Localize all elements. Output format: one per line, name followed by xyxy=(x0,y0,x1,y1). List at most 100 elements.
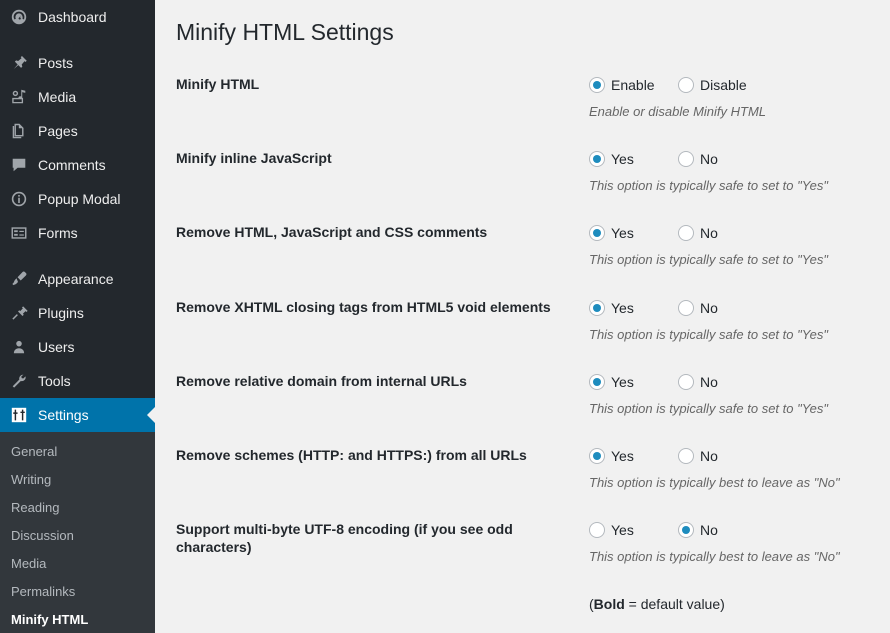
radio-option-yes[interactable]: Yes xyxy=(589,225,678,242)
radio-option-yes[interactable]: Yes xyxy=(589,447,678,464)
radio-group: Yes No xyxy=(589,520,880,540)
admin-sidebar: Dashboard Posts Media Pages Comments Popup Mo… xyxy=(0,0,155,633)
radio-unchecked-icon[interactable] xyxy=(589,522,605,539)
submenu-item-writing[interactable]: Writing xyxy=(0,466,155,494)
user-icon xyxy=(9,337,29,357)
submenu-item-general[interactable]: General xyxy=(0,438,155,466)
sidebar-separator xyxy=(0,250,155,262)
radio-option-no[interactable]: No xyxy=(678,299,718,316)
sidebar-item-media[interactable]: Media xyxy=(0,80,155,114)
sidebar-item-label: Comments xyxy=(38,157,106,173)
current-menu-arrow-icon xyxy=(147,407,155,423)
setting-description: This option is typically safe to set to … xyxy=(589,252,829,268)
sidebar-item-label: Appearance xyxy=(38,271,114,287)
radio-checked-icon[interactable] xyxy=(589,299,605,316)
radio-option-no[interactable]: No xyxy=(678,225,718,242)
submenu-item-media[interactable]: Media xyxy=(0,550,155,578)
radio-checked-icon[interactable] xyxy=(589,373,605,390)
settings-submenu: General Writing Reading Discussion Media Perm… xyxy=(0,432,155,633)
radio-checked-icon[interactable] xyxy=(589,77,605,93)
footnote-spacer xyxy=(155,580,575,626)
setting-description: Enable or disable Minify HTML xyxy=(589,104,767,119)
sidebar-item-label: Media xyxy=(38,89,77,105)
radio-group: Yes No xyxy=(589,149,880,169)
submenu-item-discussion[interactable]: Discussion xyxy=(0,522,155,550)
radio-option-enable[interactable]: Enable xyxy=(589,77,678,93)
sidebar-item-label: Dashboard xyxy=(38,9,107,25)
page-title: Minify HTML Settings xyxy=(176,19,394,45)
radio-option-disable[interactable]: Disable xyxy=(678,77,747,93)
sidebar-item-popup-modal[interactable]: Popup Modal xyxy=(0,182,155,216)
radio-group: Yes No xyxy=(589,446,880,466)
radio-unchecked-icon[interactable] xyxy=(678,447,694,464)
sidebar-separator xyxy=(0,34,155,46)
sidebar-item-pages[interactable]: Pages xyxy=(0,114,155,148)
radio-label: Enable xyxy=(611,77,655,93)
radio-unchecked-icon[interactable] xyxy=(678,299,694,316)
settings-row: Minify inline JavaScript Yes No This option… xyxy=(155,135,890,209)
radio-option-no[interactable]: No xyxy=(678,522,718,539)
setting-control: Yes No This option is typically safe to se… xyxy=(575,135,890,209)
setting-label: Remove relative domain from internal URL… xyxy=(176,372,467,389)
setting-label: Support multi-byte UTF-8 encoding (if yo… xyxy=(176,521,513,556)
radio-option-yes[interactable]: Yes xyxy=(589,299,678,316)
radio-option-yes[interactable]: Yes xyxy=(589,151,678,168)
setting-control: Yes No This option is typically best to le… xyxy=(575,432,890,506)
sidebar-item-comments[interactable]: Comments xyxy=(0,148,155,182)
settings-row: Support multi-byte UTF-8 encoding (if yo… xyxy=(155,506,890,580)
setting-control: Yes No This option is typically safe to se… xyxy=(575,284,890,358)
radio-group: Yes No xyxy=(589,298,880,318)
sidebar-item-tools[interactable]: Tools xyxy=(0,364,155,398)
footnote-cell: (Bold = default value) xyxy=(575,580,890,626)
radio-option-no[interactable]: No xyxy=(678,151,718,168)
main-content: Minify HTML Settings Minify HTML Enable Di… xyxy=(155,0,890,633)
sidebar-item-label: Posts xyxy=(38,55,74,71)
sliders-icon xyxy=(9,405,29,425)
sidebar-item-label: Settings xyxy=(38,407,89,423)
radio-checked-icon[interactable] xyxy=(589,151,605,168)
setting-control: Yes No This option is typically safe to se… xyxy=(575,358,890,432)
radio-checked-icon[interactable] xyxy=(589,447,605,464)
settings-table: Minify HTML Enable Disable Enable or disabl… xyxy=(155,61,890,626)
radio-unchecked-icon[interactable] xyxy=(678,373,694,390)
settings-row: Remove XHTML closing tags from HTML5 voi… xyxy=(155,284,890,358)
setting-description: This option is typically best to leave a… xyxy=(589,549,840,565)
submenu-item-permalinks[interactable]: Permalinks xyxy=(0,578,155,606)
radio-unchecked-icon[interactable] xyxy=(678,225,694,242)
radio-label: No xyxy=(700,373,718,390)
radio-checked-icon[interactable] xyxy=(678,522,694,539)
setting-control: Enable Disable Enable or disable Minify HT… xyxy=(575,61,890,135)
radio-label: Yes xyxy=(611,522,634,539)
setting-description: This option is typically safe to set to … xyxy=(589,178,829,194)
sidebar-item-posts[interactable]: Posts xyxy=(0,46,155,80)
radio-unchecked-icon[interactable] xyxy=(678,151,694,168)
settings-row: Remove HTML, JavaScript and CSS comments… xyxy=(155,209,890,283)
sidebar-item-settings[interactable]: Settings xyxy=(0,398,155,432)
settings-row: Minify HTML Enable Disable Enable or disabl… xyxy=(155,61,890,135)
sidebar-item-dashboard[interactable]: Dashboard xyxy=(0,0,155,34)
radio-option-yes[interactable]: Yes xyxy=(589,522,678,539)
default-value-note: (Bold = default value) xyxy=(589,594,880,612)
radio-label: No xyxy=(700,151,718,168)
radio-label: No xyxy=(700,522,718,539)
sidebar-item-appearance[interactable]: Appearance xyxy=(0,262,155,296)
radio-option-no[interactable]: No xyxy=(678,447,718,464)
radio-label: Yes xyxy=(611,447,634,464)
radio-checked-icon[interactable] xyxy=(589,225,605,242)
setting-label: Minify HTML xyxy=(176,76,260,92)
setting-label: Remove schemes (HTTP: and HTTPS:) from a… xyxy=(176,446,527,463)
radio-option-yes[interactable]: Yes xyxy=(589,373,678,390)
sidebar-item-label: Tools xyxy=(38,373,71,389)
sidebar-item-users[interactable]: Users xyxy=(0,330,155,364)
paintbrush-icon xyxy=(9,269,29,289)
radio-unchecked-icon[interactable] xyxy=(678,77,694,93)
setting-control: Yes No This option is typically safe to se… xyxy=(575,209,890,283)
submenu-item-minify-html[interactable]: Minify HTML xyxy=(0,606,155,633)
sidebar-item-forms[interactable]: Forms xyxy=(0,216,155,250)
sidebar-item-plugins[interactable]: Plugins xyxy=(0,296,155,330)
forms-icon xyxy=(9,223,29,243)
radio-option-no[interactable]: No xyxy=(678,373,718,390)
settings-row: Remove schemes (HTTP: and HTTPS:) from a… xyxy=(155,432,890,506)
info-icon xyxy=(9,189,29,209)
submenu-item-reading[interactable]: Reading xyxy=(0,494,155,522)
